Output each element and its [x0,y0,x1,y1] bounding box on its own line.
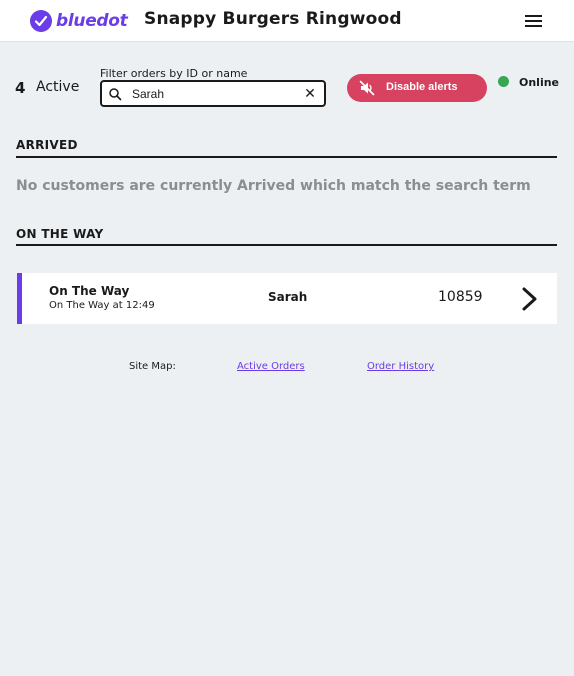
online-status-text: Online [519,76,560,89]
active-count: 4 [15,79,26,97]
filter-label: Filter orders by ID or name [100,67,248,80]
top-bar: bluedot Snappy Burgers Ringwood [0,0,574,42]
arrived-empty-message: No customers are currently Arrived which… [16,178,531,194]
order-status-accent [17,273,22,324]
order-id: 10859 [438,289,483,305]
online-status-dot [498,76,509,87]
disable-alerts-label: Disable alerts [386,81,458,93]
on-the-way-heading: ON THE WAY [16,227,104,241]
order-customer-name: Sarah [268,290,308,304]
search-input[interactable] [132,85,292,103]
arrived-heading: ARRIVED [16,138,78,152]
logo-text: bluedot [56,11,128,31]
order-history-link[interactable]: Order History [367,361,434,372]
search-field[interactable]: ✕ [100,80,326,107]
on-the-way-divider [16,244,557,246]
order-status: On The Way [49,284,130,298]
store-title: Snappy Burgers Ringwood [144,9,402,29]
active-label: Active [36,79,80,95]
disable-alerts-button[interactable]: Disable alerts [347,74,487,102]
bluedot-logo[interactable]: bluedot [30,9,128,33]
chevron-right-icon[interactable] [517,286,541,312]
sitemap-label: Site Map: [129,361,176,372]
search-icon [109,88,122,101]
clear-search-icon[interactable]: ✕ [302,85,318,103]
hamburger-menu-icon[interactable] [522,12,546,30]
order-time: On The Way at 12:49 [49,300,155,311]
active-orders-link[interactable]: Active Orders [237,361,305,372]
order-card[interactable]: On The Way On The Way at 12:49 Sarah 108… [17,273,557,324]
arrived-divider [16,156,557,158]
bluedot-logo-icon [30,10,52,32]
speaker-muted-icon [359,80,375,96]
